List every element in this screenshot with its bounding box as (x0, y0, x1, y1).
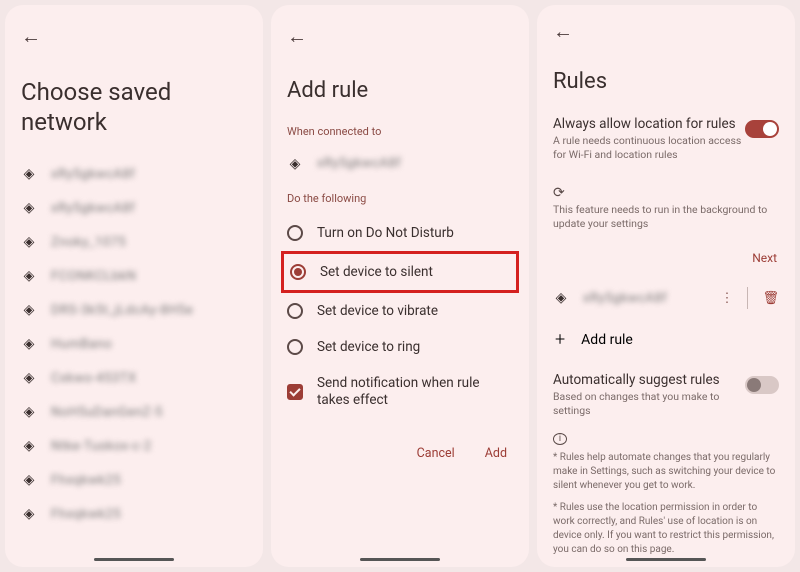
connected-network-row[interactable]: ◈ xRy5gkwcA8f (287, 148, 513, 186)
wifi-icon: ◈ (21, 166, 37, 182)
plus-icon: + (555, 329, 565, 350)
radio-icon (287, 339, 303, 355)
network-list: ◈xRy5gkwcA8f ◈xRy5gkwcA8f ◈Znoky_1075 ◈F… (21, 157, 247, 561)
wifi-icon: ◈ (21, 404, 37, 420)
checkbox-icon (287, 384, 303, 400)
network-item[interactable]: ◈Ntke-Tuskox-c-2 (21, 429, 247, 463)
wifi-icon: ◈ (287, 156, 303, 172)
add-button[interactable]: Add (485, 446, 507, 461)
radio-icon (290, 264, 306, 280)
network-item[interactable]: ◈DRS-3k5t_jLdcAy-8H5e (21, 293, 247, 327)
network-item[interactable]: ◈NoH5uDanGenZ-5 (21, 395, 247, 429)
more-icon[interactable]: ⋮ (720, 291, 733, 306)
page-title: Add rule (287, 77, 513, 105)
do-following-label: Do the following (287, 192, 513, 205)
auto-suggest-rules[interactable]: Automatically suggest rules Based on cha… (553, 372, 779, 418)
page-title: Choose saved network (21, 77, 247, 137)
back-icon[interactable]: ← (553, 19, 573, 44)
option-ring[interactable]: Set device to ring (287, 329, 513, 365)
nav-pill (360, 558, 440, 561)
wifi-icon: ◈ (21, 438, 37, 454)
network-item[interactable]: ◈Fhxqkwk25 (21, 463, 247, 497)
screen-choose-network: ← Choose saved network ◈xRy5gkwcA8f ◈xRy… (5, 5, 263, 567)
wifi-icon: ◈ (21, 472, 37, 488)
option-vibrate[interactable]: Set device to vibrate (287, 293, 513, 329)
add-rule-button[interactable]: + Add rule (553, 317, 779, 366)
wifi-icon: ◈ (21, 336, 37, 352)
network-item[interactable]: ◈Fhxqkwk25 (21, 497, 247, 531)
wifi-icon: ◈ (21, 506, 37, 522)
background-feature: ⟳ This feature needs to run in the backg… (553, 182, 779, 231)
network-item[interactable]: ◈Cxkwo-453TX (21, 361, 247, 395)
wifi-icon: ◈ (21, 234, 37, 250)
wifi-icon: ◈ (21, 268, 37, 284)
screen-add-rule: ← Add rule When connected to ◈ xRy5gkwcA… (271, 5, 529, 567)
always-allow-location[interactable]: Always allow location for rules A rule n… (553, 116, 779, 162)
page-title: Rules (553, 68, 779, 96)
wifi-icon: ◈ (21, 200, 37, 216)
divider (747, 287, 748, 309)
back-icon[interactable]: ← (287, 24, 307, 49)
highlight-selected-option: Set device to silent (281, 251, 519, 293)
sync-icon: ⟳ (553, 185, 565, 201)
wifi-icon: ◈ (21, 370, 37, 386)
screen-rules: ← Rules Always allow location for rules … (537, 5, 795, 567)
nav-pill (94, 558, 174, 561)
next-button[interactable]: Next (553, 251, 777, 265)
rule-item[interactable]: ◈ xRy5gkwcA8f ⋮ 🗑 (553, 279, 779, 317)
when-connected-label: When connected to (287, 125, 513, 138)
toggle-on-icon[interactable] (745, 120, 779, 138)
nav-pill (626, 558, 706, 561)
wifi-icon: ◈ (553, 290, 569, 306)
network-item[interactable]: ◈xRy5gkwcA8f (21, 157, 247, 191)
option-silent[interactable]: Set device to silent (290, 260, 510, 284)
network-item[interactable]: ◈FCONKCLbkN (21, 259, 247, 293)
option-dnd[interactable]: Turn on Do Not Disturb (287, 215, 513, 251)
back-icon[interactable]: ← (21, 24, 41, 49)
cancel-button[interactable]: Cancel (417, 446, 455, 461)
footnote: * Rules use the location permission in o… (553, 501, 779, 557)
radio-icon (287, 303, 303, 319)
network-item[interactable]: ◈Znoky_1075 (21, 225, 247, 259)
toggle-off-icon[interactable] (745, 376, 779, 394)
option-notify[interactable]: Send notification when rule takes effect (287, 365, 513, 420)
info-icon: i (553, 433, 567, 445)
trash-icon[interactable]: 🗑 (762, 291, 779, 306)
footnote: * Rules help automate changes that you r… (553, 451, 779, 493)
wifi-icon: ◈ (21, 302, 37, 318)
network-item[interactable]: ◈HumBano (21, 327, 247, 361)
radio-icon (287, 225, 303, 241)
network-item[interactable]: ◈xRy5gkwcA8f (21, 191, 247, 225)
